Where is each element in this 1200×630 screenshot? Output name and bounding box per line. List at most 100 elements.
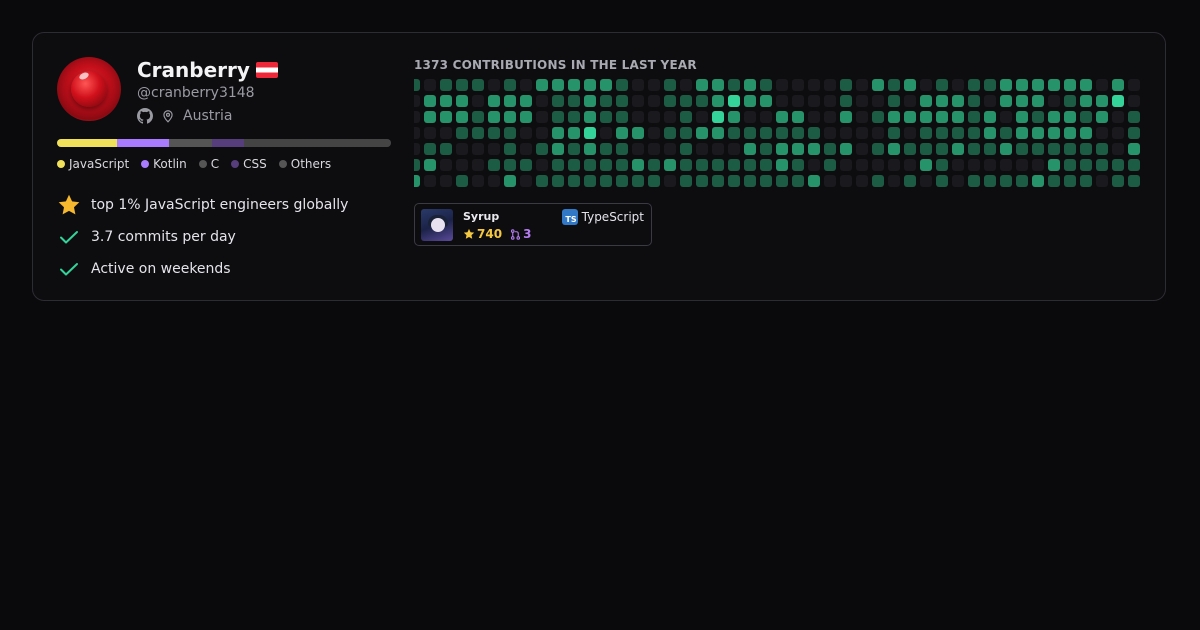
repo-pull-requests: 3 <box>510 227 531 241</box>
github-icon[interactable] <box>137 108 153 124</box>
contribution-cell <box>1112 79 1124 91</box>
contribution-cell <box>536 175 548 187</box>
contribution-cell <box>792 79 804 91</box>
repo-language-label: TypeScript <box>581 210 644 224</box>
contribution-cell <box>1096 127 1108 139</box>
contribution-cell <box>952 79 964 91</box>
contribution-cell <box>1032 143 1044 155</box>
legend-label: CSS <box>243 157 267 171</box>
contribution-cell <box>856 175 868 187</box>
contribution-cell <box>1016 111 1028 123</box>
contribution-cell <box>1112 127 1124 139</box>
contribution-cell <box>504 143 516 155</box>
contribution-cell <box>760 95 772 107</box>
contribution-cell <box>904 159 916 171</box>
contribution-cell <box>744 111 756 123</box>
contribution-cell <box>808 127 820 139</box>
contribution-cell <box>680 79 692 91</box>
contribution-cell <box>1032 79 1044 91</box>
contribution-cell <box>904 127 916 139</box>
contribution-cell <box>414 111 420 123</box>
contribution-cell <box>856 127 868 139</box>
avatar[interactable] <box>57 57 121 121</box>
contribution-cell <box>856 111 868 123</box>
contribution-cell <box>648 111 660 123</box>
contribution-cell <box>414 175 420 187</box>
contribution-cell <box>776 127 788 139</box>
contribution-cell <box>1032 95 1044 107</box>
contribution-cell <box>1064 175 1076 187</box>
contribution-cell <box>616 159 628 171</box>
contribution-cell <box>456 159 468 171</box>
contribution-cell <box>776 175 788 187</box>
contribution-cell <box>1032 175 1044 187</box>
contribution-cell <box>552 127 564 139</box>
contribution-cell <box>440 175 452 187</box>
contribution-cell <box>888 95 900 107</box>
contribution-cell <box>536 159 548 171</box>
display-name[interactable]: Cranberry <box>137 58 250 82</box>
contribution-cell <box>936 159 948 171</box>
identity: Cranberry @cranberry3148 Austria <box>137 57 391 125</box>
contribution-cell <box>984 127 996 139</box>
contribution-cell <box>712 111 724 123</box>
contribution-cell <box>824 175 836 187</box>
contribution-cell <box>616 175 628 187</box>
contribution-cell <box>824 79 836 91</box>
legend-label: Others <box>290 157 332 171</box>
contribution-cell <box>488 175 500 187</box>
contribution-cell <box>414 159 420 171</box>
contribution-cell <box>936 79 948 91</box>
contribution-cell <box>872 127 884 139</box>
contribution-cell <box>1080 127 1092 139</box>
contribution-cell <box>504 175 516 187</box>
legend-label: C <box>210 157 220 171</box>
contribution-cell <box>552 159 564 171</box>
contribution-cell <box>472 127 484 139</box>
contribution-cell <box>888 143 900 155</box>
contribution-cell <box>440 111 452 123</box>
contribution-cell <box>584 127 596 139</box>
contribution-cell <box>840 79 852 91</box>
austria-flag-icon <box>255 62 278 78</box>
contribution-cell <box>712 159 724 171</box>
pinned-repo-card[interactable]: Syrup 740 3 TS TypeScript <box>414 203 652 246</box>
contribution-cell <box>616 127 628 139</box>
contribution-cell <box>1016 79 1028 91</box>
contribution-cell <box>776 95 788 107</box>
contribution-cell <box>1048 143 1060 155</box>
contribution-cell <box>1128 175 1140 187</box>
contribution-cell <box>760 175 772 187</box>
contribution-cell <box>776 111 788 123</box>
repo-pr-count: 3 <box>523 227 532 241</box>
contribution-cell <box>1000 127 1012 139</box>
contribution-cell <box>664 175 676 187</box>
contribution-cell <box>488 111 500 123</box>
contribution-cell <box>584 175 596 187</box>
repo-name[interactable]: Syrup <box>463 210 499 223</box>
contribution-cell <box>1032 127 1044 139</box>
contribution-cell <box>824 159 836 171</box>
contribution-cell <box>1000 175 1012 187</box>
contribution-cell <box>1080 143 1092 155</box>
contribution-cell <box>1000 143 1012 155</box>
contribution-cell <box>632 127 644 139</box>
contribution-cell <box>712 175 724 187</box>
contribution-cell <box>1128 159 1140 171</box>
contribution-cell <box>872 79 884 91</box>
contribution-cell <box>440 79 452 91</box>
contribution-cell <box>776 79 788 91</box>
contribution-cell <box>414 143 420 155</box>
contribution-cell <box>744 143 756 155</box>
contribution-cell <box>414 127 420 139</box>
contribution-cell <box>424 127 436 139</box>
contribution-cell <box>552 79 564 91</box>
contribution-cell <box>968 175 980 187</box>
contribution-cell <box>1080 159 1092 171</box>
contribution-cell <box>552 143 564 155</box>
contribution-cell <box>1064 127 1076 139</box>
contribution-cell <box>840 143 852 155</box>
username[interactable]: @cranberry3148 <box>137 83 391 103</box>
contribution-cell <box>440 143 452 155</box>
contribution-cell <box>456 111 468 123</box>
